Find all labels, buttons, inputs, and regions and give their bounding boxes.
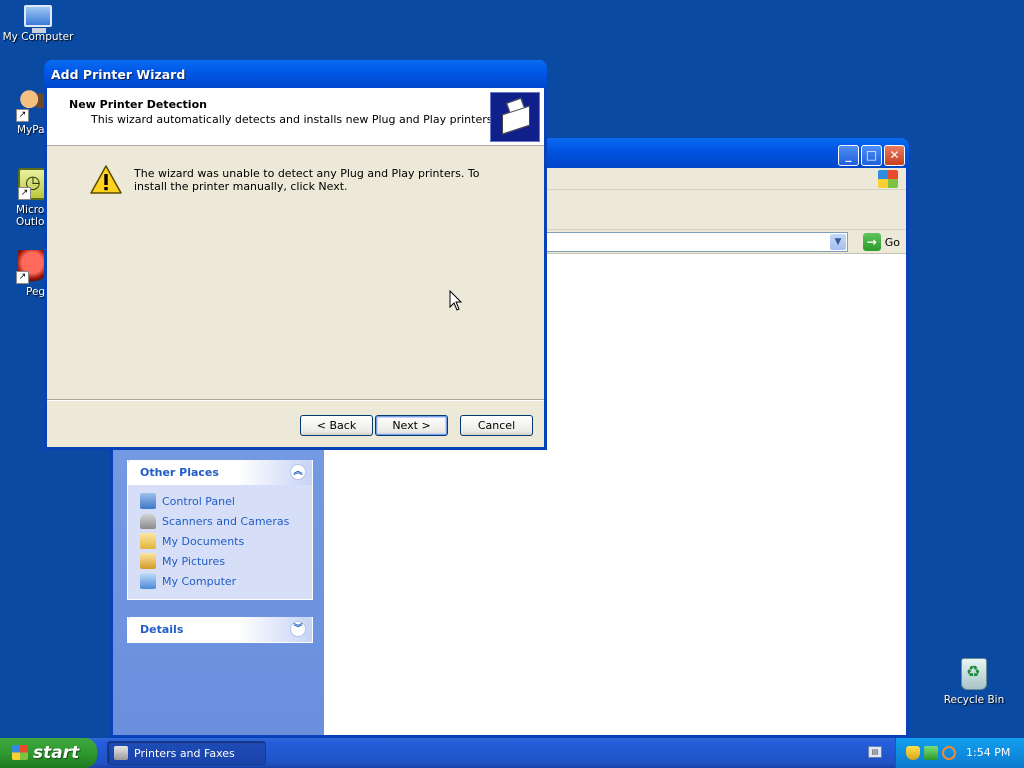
minimize-button[interactable]: _: [838, 145, 859, 166]
start-button[interactable]: start: [0, 738, 97, 768]
add-printer-wizard-dialog: Add Printer Wizard New Printer Detection…: [44, 60, 547, 450]
system-tray: 1:54 PM: [895, 738, 1024, 768]
desktop-icon-label: Recycle Bin: [943, 694, 1005, 706]
wizard-message: The wizard was unable to detect any Plug…: [134, 167, 480, 193]
wizard-header-subtitle: This wizard automatically detects and in…: [91, 113, 496, 126]
place-label: My Documents: [162, 534, 245, 548]
search-icon[interactable]: [942, 746, 956, 760]
taskbar-item-printers-and-faxes[interactable]: Printers and Faxes: [107, 741, 266, 765]
go-arrow-icon: →: [862, 233, 881, 251]
other-places-header[interactable]: Other Places ︽: [128, 460, 312, 485]
other-places-my-computer[interactable]: My Computer: [140, 571, 302, 591]
other-places-panel: Other Places ︽ Control Panel Scanners an…: [127, 460, 313, 600]
details-header[interactable]: Details ︾: [128, 617, 312, 642]
folder-icon: [140, 533, 156, 549]
keyboard-icon[interactable]: ▤: [868, 746, 882, 758]
pictures-folder-icon: [140, 553, 156, 569]
chevron-down-icon[interactable]: ▼: [830, 234, 846, 250]
expand-chevron-icon[interactable]: ︾: [290, 621, 306, 637]
desktop-icon-recycle-bin[interactable]: Recycle Bin: [936, 658, 1012, 706]
other-places-my-pictures[interactable]: My Pictures: [140, 551, 302, 571]
printer-icon: [114, 746, 128, 760]
wizard-header-title: New Printer Detection: [69, 98, 207, 111]
details-panel: Details ︾: [127, 617, 313, 643]
taskbar-item-label: Printers and Faxes: [134, 746, 235, 760]
clock[interactable]: 1:54 PM: [966, 746, 1010, 759]
start-label: start: [33, 743, 80, 763]
other-places-control-panel[interactable]: Control Panel: [140, 491, 302, 511]
place-label: My Computer: [162, 574, 237, 588]
wizard-header: New Printer Detection This wizard automa…: [47, 88, 544, 146]
collapse-chevron-icon[interactable]: ︽: [290, 464, 306, 480]
recycle-bin-icon: [961, 658, 987, 690]
windows-logo-icon: [12, 745, 28, 760]
wizard-separator: [47, 399, 544, 401]
computer-icon: [140, 573, 156, 589]
place-label: My Pictures: [162, 554, 226, 568]
taskbar: start Printers and Faxes ▤ 1:54 PM: [0, 738, 1024, 768]
control-panel-icon: [140, 493, 156, 509]
network-icon[interactable]: [924, 746, 938, 760]
desktop-icon-my-computer[interactable]: My Computer: [0, 2, 76, 43]
warning-icon: [90, 165, 122, 194]
scanner-icon: [140, 513, 156, 529]
mouse-cursor-icon: [449, 290, 463, 311]
go-button[interactable]: → Go: [862, 233, 900, 251]
printer-icon: [490, 92, 540, 142]
maximize-button[interactable]: □: [861, 145, 882, 166]
panel-title: Details: [140, 623, 184, 636]
close-button[interactable]: ✕: [884, 145, 905, 166]
place-label: Control Panel: [162, 494, 235, 508]
panel-title: Other Places: [140, 466, 219, 479]
wizard-title: Add Printer Wizard: [51, 67, 186, 82]
other-places-scanners-and-cameras[interactable]: Scanners and Cameras: [140, 511, 302, 531]
windows-logo-icon: [878, 170, 898, 188]
next-button[interactable]: Next >: [375, 415, 448, 436]
security-shield-icon[interactable]: [906, 746, 920, 760]
wizard-title-bar[interactable]: Add Printer Wizard: [44, 60, 547, 88]
go-label: Go: [884, 235, 900, 249]
other-places-my-documents[interactable]: My Documents: [140, 531, 302, 551]
back-button[interactable]: < Back: [300, 415, 373, 436]
place-label: Scanners and Cameras: [162, 514, 290, 528]
my-computer-icon: [24, 5, 52, 33]
cancel-button[interactable]: Cancel: [460, 415, 533, 436]
